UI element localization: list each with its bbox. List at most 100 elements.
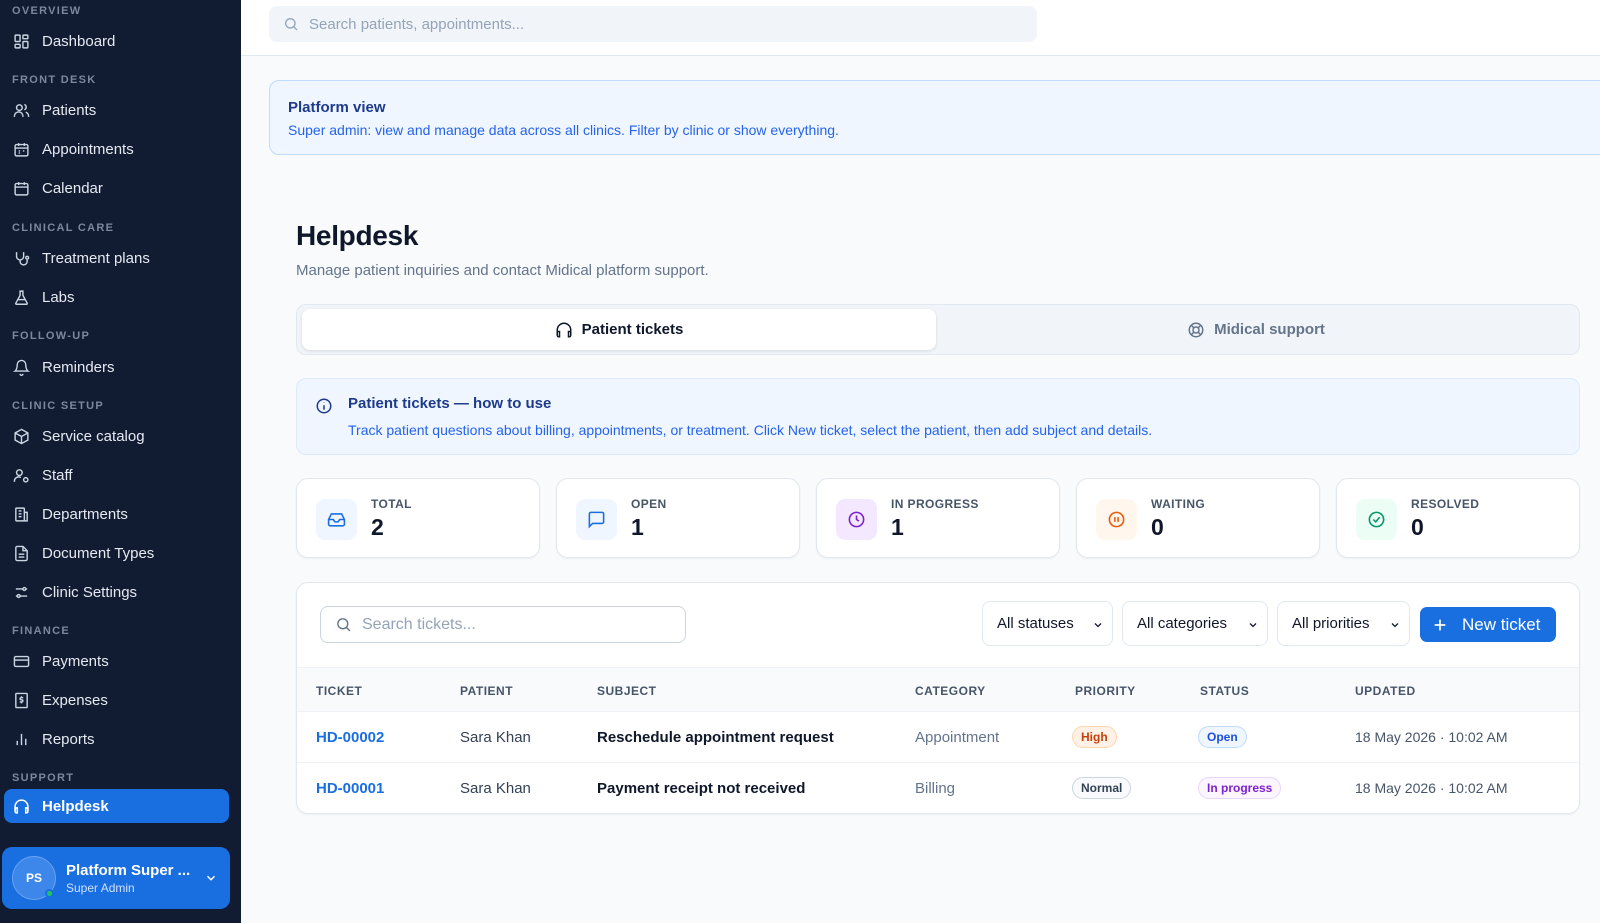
chevron-down-icon <box>206 875 216 881</box>
headphones-icon <box>14 798 29 814</box>
table-row[interactable]: HD-00002 Sara Khan Reschedule appointmen… <box>297 712 1579 763</box>
sidebar-item-expenses[interactable]: Expenses <box>4 683 229 717</box>
ticket-id-link[interactable]: HD-00002 <box>316 729 384 746</box>
sidebar-item-dashboard[interactable]: Dashboard <box>4 24 229 58</box>
column-header-updated[interactable]: UPDATED <box>1355 684 1416 698</box>
sidebar-item-calendar[interactable]: Calendar <box>4 171 229 205</box>
sidebar-item-label: Patients <box>42 101 97 119</box>
stat-label: TOTAL <box>371 497 412 511</box>
priority-filter-select[interactable]: All priorities <box>1277 601 1410 646</box>
status-filter-select[interactable]: All statuses <box>982 601 1113 646</box>
inbox-icon <box>316 499 357 540</box>
chevron-down-icon <box>1391 623 1399 628</box>
status-badge: Open <box>1198 726 1247 748</box>
column-header-status[interactable]: STATUS <box>1200 684 1249 698</box>
sidebar-item-departments[interactable]: Departments <box>4 497 229 531</box>
section-label-front-desk: FRONT DESK <box>12 74 97 86</box>
sidebar-item-label: Reports <box>42 730 95 748</box>
sidebar-item-label: Document Types <box>42 544 155 562</box>
ticket-search-input[interactable] <box>362 615 682 634</box>
sidebar-item-clinic-settings[interactable]: Clinic Settings <box>4 575 229 609</box>
avatar: PS <box>12 856 56 900</box>
sidebar-item-treatment-plans[interactable]: Treatment plans <box>4 241 229 275</box>
calendar-icon <box>14 181 29 196</box>
table-row[interactable]: HD-00001 Sara Khan Payment receipt not r… <box>297 763 1579 813</box>
stat-label: RESOLVED <box>1411 497 1480 511</box>
check-circle-icon <box>1356 499 1397 540</box>
platform-banner-description: Super admin: view and manage data across… <box>288 122 839 138</box>
tickets-table-card: All statuses All categories All prioriti… <box>296 582 1580 814</box>
building-icon <box>15 506 28 522</box>
stat-value: 1 <box>631 514 644 540</box>
sidebar-item-payments[interactable]: Payments <box>4 644 229 678</box>
column-header-patient[interactable]: PATIENT <box>460 684 513 698</box>
priority-badge: Normal <box>1072 777 1132 799</box>
section-label-finance: FINANCE <box>12 625 70 637</box>
sidebar-item-document-types[interactable]: Document Types <box>4 536 229 570</box>
user-cog-icon <box>13 468 29 483</box>
sidebar-item-label: Payments <box>42 652 109 670</box>
patient-name: Sara Khan <box>460 780 531 797</box>
user-name: Platform Super ... <box>66 861 191 879</box>
tab-midical-support[interactable]: Midical support <box>938 309 1574 350</box>
new-ticket-label: New ticket <box>1462 614 1541 634</box>
sidebar-item-patients[interactable]: Patients <box>4 93 229 127</box>
how-to-use-info: Patient tickets — how to use Track patie… <box>296 378 1580 455</box>
info-icon <box>316 398 332 414</box>
ticket-search[interactable] <box>320 606 686 643</box>
sidebar-item-helpdesk[interactable]: Helpdesk <box>4 789 229 823</box>
category-filter-select[interactable]: All categories <box>1122 601 1268 646</box>
ticket-updated: 18 May 2026 · 10:02 AM <box>1355 729 1508 745</box>
sidebar-item-label: Appointments <box>42 140 134 158</box>
column-header-category[interactable]: CATEGORY <box>915 684 986 698</box>
sidebar-item-reports[interactable]: Reports <box>4 722 229 756</box>
sidebar-item-label: Expenses <box>42 691 108 709</box>
info-title: Patient tickets — how to use <box>348 395 552 412</box>
new-ticket-button[interactable]: New ticket <box>1420 607 1556 642</box>
receipt-icon <box>15 692 28 708</box>
stat-card-open: OPEN 1 <box>556 478 800 558</box>
stat-label: WAITING <box>1151 497 1206 511</box>
avatar-initials: PS <box>25 871 42 885</box>
page-title: Helpdesk <box>296 220 419 251</box>
section-label-clinical-care: CLINICAL CARE <box>12 222 115 234</box>
column-header-subject[interactable]: SUBJECT <box>597 684 657 698</box>
life-buoy-icon <box>1188 322 1204 337</box>
sidebar-item-service-catalog[interactable]: Service catalog <box>4 419 229 453</box>
platform-banner-title: Platform view <box>288 99 386 116</box>
patient-name: Sara Khan <box>460 729 531 746</box>
sidebar-item-label: Dashboard <box>42 32 116 50</box>
users-icon <box>13 103 30 117</box>
column-header-ticket[interactable]: TICKET <box>316 684 362 698</box>
global-search[interactable] <box>269 6 1037 42</box>
chevron-down-icon <box>1249 623 1257 628</box>
ticket-id-link[interactable]: HD-00001 <box>316 780 384 797</box>
sidebar-item-label: Labs <box>42 288 75 306</box>
calendar-check-icon <box>14 142 29 157</box>
ticket-subject: Reschedule appointment request <box>597 729 834 746</box>
bar-chart-icon <box>16 733 27 745</box>
global-search-input[interactable] <box>309 15 1009 33</box>
sidebar-item-label: Treatment plans <box>42 249 150 267</box>
tab-patient-tickets[interactable]: Patient tickets <box>302 309 936 350</box>
column-header-priority[interactable]: PRIORITY <box>1075 684 1136 698</box>
sidebar-item-label: Clinic Settings <box>42 583 138 601</box>
plus-icon <box>1434 619 1446 630</box>
ticket-subject: Payment receipt not received <box>597 780 806 797</box>
dashboard-icon <box>14 33 29 49</box>
sidebar-item-staff[interactable]: Staff <box>4 458 229 492</box>
info-description: Track patient questions about billing, a… <box>348 422 1153 438</box>
sidebar-item-labs[interactable]: Labs <box>4 280 229 314</box>
clock-icon <box>836 499 877 540</box>
section-label-follow-up: FOLLOW-UP <box>12 330 91 342</box>
package-icon <box>14 428 29 444</box>
table-header: TICKET PATIENT SUBJECT CATEGORY PRIORITY… <box>297 667 1579 712</box>
user-menu[interactable]: PS Platform Super ... Super Admin <box>2 847 230 909</box>
sidebar-item-appointments[interactable]: Appointments <box>4 132 229 166</box>
sidebar: OVERVIEW Dashboard FRONT DESK Patients A… <box>0 0 241 923</box>
stat-value: 0 <box>1411 514 1424 540</box>
pause-circle-icon <box>1096 499 1137 540</box>
flask-icon <box>15 289 28 305</box>
sidebar-item-reminders[interactable]: Reminders <box>4 350 229 384</box>
stat-card-in-progress: IN PROGRESS 1 <box>816 478 1060 558</box>
